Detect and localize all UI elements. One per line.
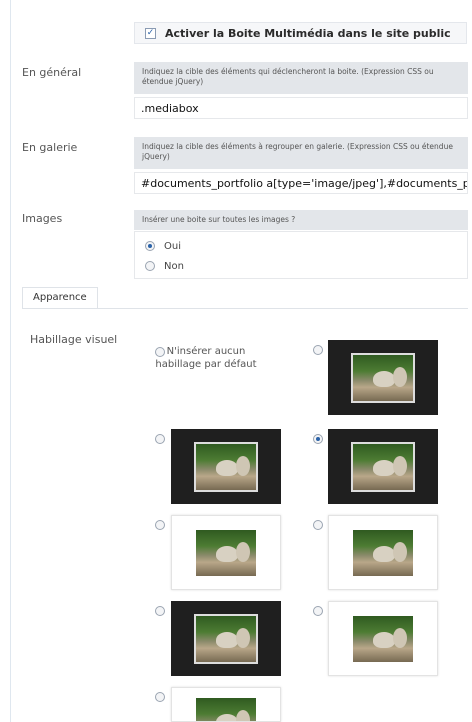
theme-thumbnail-3[interactable] xyxy=(328,429,438,504)
gallery-help: Indiquez la cible des éléments à regroup… xyxy=(134,137,468,169)
squirrel-preview xyxy=(194,613,258,664)
theme-thumbnail-6[interactable] xyxy=(171,601,281,676)
radio-yes-label: Oui xyxy=(164,240,181,252)
radio-yes[interactable] xyxy=(145,241,155,251)
images-option-no[interactable]: Non xyxy=(145,256,457,276)
theme-radio-dot[interactable] xyxy=(155,434,165,444)
squirrel-preview xyxy=(351,527,415,578)
squirrel-preview xyxy=(194,441,258,492)
theme-thumbnail-1[interactable] xyxy=(328,340,438,415)
activate-label: Activer la Boite Multimédia dans le site… xyxy=(165,26,451,40)
general-label: En général xyxy=(22,66,82,79)
theme-radio-dot[interactable] xyxy=(155,520,165,530)
no-theme-label: N'insérer aucun habillage par défaut xyxy=(155,346,257,370)
squirrel-preview xyxy=(351,352,415,403)
squirrel-preview xyxy=(351,441,415,492)
theme-radio-dot[interactable] xyxy=(313,520,323,530)
images-option-yes[interactable]: Oui xyxy=(145,236,457,256)
squirrel-preview xyxy=(194,696,258,721)
theme-thumbnail-7[interactable] xyxy=(328,601,438,676)
radio-no[interactable] xyxy=(145,261,155,271)
squirrel-preview xyxy=(351,613,415,664)
images-label: Images xyxy=(22,212,63,225)
theme-radio-dot[interactable] xyxy=(155,606,165,616)
theme-radio-dot[interactable] xyxy=(313,434,323,444)
general-help: Indiquez la cible des éléments qui décle… xyxy=(134,62,468,94)
theme-thumbnail-4[interactable] xyxy=(171,515,281,590)
section-divider xyxy=(22,308,468,309)
theme-thumbnail-2[interactable] xyxy=(171,429,281,504)
theme-radio-dot[interactable] xyxy=(313,606,323,616)
activate-mediabox-row[interactable]: ✓ Activer la Boite Multimédia dans le si… xyxy=(134,22,467,44)
theme-radio-dot[interactable] xyxy=(313,345,323,355)
gallery-target-input[interactable]: #documents_portfolio a[type='image/jpeg'… xyxy=(134,172,468,194)
gallery-label: En galerie xyxy=(22,141,78,154)
skin-label: Habillage visuel xyxy=(30,333,118,346)
appearance-section-title: Apparence xyxy=(22,287,98,309)
theme-thumbnail-5[interactable] xyxy=(328,515,438,590)
images-help: Insérer une boite sur toutes les images … xyxy=(134,210,468,230)
radio-no-label: Non xyxy=(164,260,184,272)
activate-checkbox[interactable]: ✓ xyxy=(145,27,156,39)
general-target-input[interactable]: .mediabox xyxy=(134,97,468,119)
theme-thumbnail-8[interactable] xyxy=(171,687,281,722)
squirrel-preview xyxy=(194,527,258,578)
theme-radio-dot[interactable] xyxy=(155,692,165,702)
images-radio-group: Oui Non xyxy=(134,231,468,279)
